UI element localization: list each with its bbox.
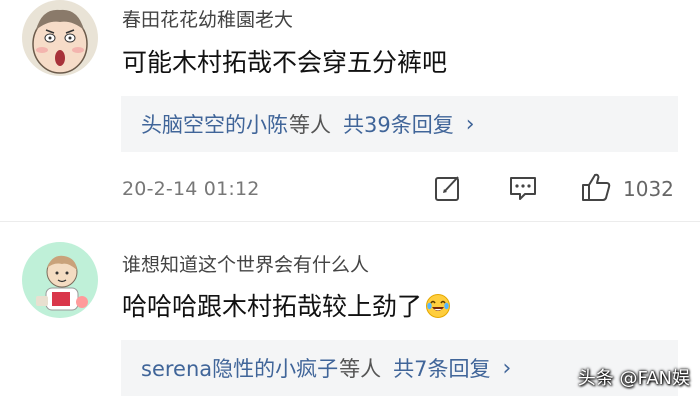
comment-item: 谁想知道这个世界会有什么人 哈哈哈跟木村拓哉较上劲了 serena隐性的小疯子 … [0, 0, 700, 400]
username[interactable]: 谁想知道这个世界会有什么人 [122, 250, 369, 277]
cartoon-kid-avatar-icon [22, 242, 98, 318]
reply-count[interactable]: 共7条回复 [393, 353, 490, 383]
avatar[interactable] [22, 242, 98, 318]
reply-etc-label: 等人 [339, 357, 382, 381]
chevron-right-icon: › [502, 355, 512, 381]
watermark: 头条 @FAN娱 [577, 368, 690, 389]
comment-text-body: 哈哈哈跟木村拓哉较上劲了 [122, 292, 423, 321]
laughing-tears-emoji-icon [425, 293, 451, 319]
reply-names[interactable]: serena隐性的小疯子 [141, 353, 338, 383]
comment-text: 哈哈哈跟木村拓哉较上劲了 [122, 287, 451, 323]
